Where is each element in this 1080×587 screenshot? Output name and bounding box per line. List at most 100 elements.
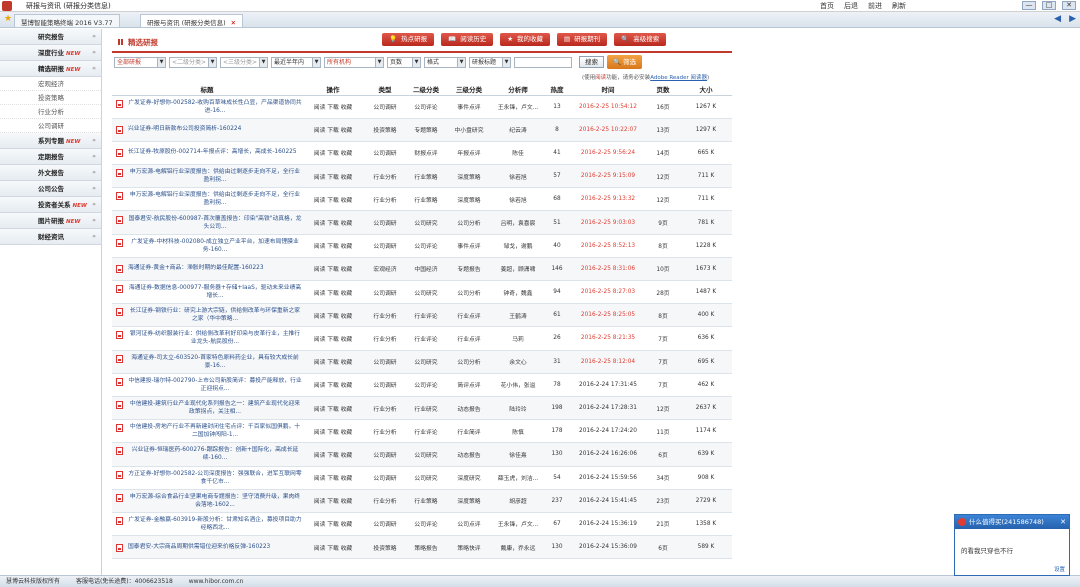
col-header-type[interactable]: 类型	[364, 83, 406, 96]
cell-title[interactable]: 长江证券-钢铁行业：研究上游大宗链，供给侧改革与环保重新之家之家（华中策略...	[112, 303, 302, 328]
table-row[interactable]: 中信建投-建筑行业产业现代化系列报告之一：建筑产业现代化迎来政策拐点，关注相..…	[112, 396, 732, 421]
period-select[interactable]: 最近半年内 ▼	[271, 56, 321, 68]
sidebar-item-periodic[interactable]: 定期报告 »	[0, 149, 101, 165]
table-row[interactable]: 长江证券-钢铁行业：研究上游大宗链，供给侧改革与环保重新之家之家（华中策略...…	[112, 303, 732, 328]
cell-actions[interactable]: 阅读 下载 收藏	[302, 535, 364, 560]
table-row[interactable]: 申万宏源-综合食品行业坚果电商专题报告：坚守消费升级，果肉终会落地-1602..…	[112, 489, 732, 513]
pages-select[interactable]: 页数 ▼	[387, 56, 421, 68]
report-title-link[interactable]: 中信建投-瑞尔特-002790-上市公司新股简评：募投产能释放，行业正迎拐点..…	[128, 377, 302, 393]
report-title-link[interactable]: 国泰君安-航民股份-600987-首次覆盖报告：印染"高铁"动真格，龙头公司..…	[128, 215, 302, 231]
my-favorites-button[interactable]: ★ 我的收藏	[500, 33, 551, 46]
cell-actions[interactable]: 阅读 下载 收藏	[302, 303, 364, 328]
search-button[interactable]: 搜索	[579, 56, 604, 68]
table-row[interactable]: 海通证券-司太立-603520-首家特色原料药企业，具有较大成长前景-16...…	[112, 350, 732, 374]
report-title-link[interactable]: 国泰君安-大宗商品周期供需错位迎来价格反弹-160223	[128, 543, 270, 551]
popup-close-icon[interactable]: ✕	[1060, 515, 1066, 529]
filter-button[interactable]: 🔍 筛选	[607, 55, 643, 69]
cell-actions[interactable]: 阅读 下载 收藏	[302, 257, 364, 282]
cell-title[interactable]: 兴业证券-明日新款布公司投资简析-160224	[112, 118, 302, 142]
cell-actions[interactable]: 阅读 下载 收藏	[302, 210, 364, 235]
sidebar-subitem-company[interactable]: 公司调研	[0, 119, 101, 133]
popup-settings-link[interactable]: 设置	[1054, 565, 1065, 573]
cell-actions[interactable]: 阅读 下载 收藏	[302, 95, 364, 119]
table-row[interactable]: 广发证券-好想你-002582-收购百草味成长性凸显，产品渠道协同共进-16..…	[112, 95, 732, 119]
cell-actions[interactable]: 阅读 下载 收藏	[302, 326, 364, 351]
cell-title[interactable]: 申万宏源-电解铝行业深度报告：供给由过剩逐步走向不足，全行业盈利拐...	[112, 187, 302, 212]
report-title-link[interactable]: 海通证券-黄金+商品：滞胀时期的最佳配置-160223	[128, 264, 264, 272]
table-row[interactable]: 方正证券-好想你-002582-公司深度报告：强强联合，进军互联网零食千亿市..…	[112, 466, 732, 490]
table-row[interactable]: 中信建投-瑞尔特-002790-上市公司新股简评：募投产能释放，行业正迎拐点..…	[112, 373, 732, 397]
report-title-link[interactable]: 方正证券-好想你-002582-公司深度报告：强强联合，进军互联网零食千亿市..…	[128, 470, 302, 486]
report-title-link[interactable]: 中信建投-房地产行业不再新建封闭住宅点评：千百家似国俱鹏，十二国加钟闯阳-1..…	[128, 423, 302, 439]
cell-title[interactable]: 海通证券-数据信息-000977-服务器+存储+IaaS，驱动未来业绩高增长..…	[112, 280, 302, 305]
cell-title[interactable]: 中信建投-房地产行业不再新建封闭住宅点评：千百家似国俱鹏，十二国加钟闯阳-1..…	[112, 419, 302, 444]
sidebar-item-foreign[interactable]: 外文报告 »	[0, 165, 101, 181]
cell-actions[interactable]: 阅读 下载 收藏	[302, 442, 364, 467]
sidebar-subitem-macro[interactable]: 宏观经济	[0, 77, 101, 91]
report-title-link[interactable]: 长江证券-钢铁行业：研究上游大宗链，供给侧改革与环保重新之家之家（华中策略...	[128, 307, 302, 323]
cell-actions[interactable]: 阅读 下载 收藏	[302, 187, 364, 212]
sidebar-item-announcements[interactable]: 公司公告 »	[0, 181, 101, 197]
cell-title[interactable]: 海通证券-司太立-603520-首家特色原料药企业，具有较大成长前景-16...	[112, 350, 302, 374]
report-title-link[interactable]: 海通证券-司太立-603520-首家特色原料药企业，具有较大成长前景-16...	[128, 354, 302, 370]
cell-actions[interactable]: 阅读 下载 收藏	[302, 373, 364, 397]
nav-forward[interactable]: 前进	[868, 1, 882, 11]
cell-actions[interactable]: 阅读 下载 收藏	[302, 141, 364, 166]
cell-actions[interactable]: 阅读 下载 收藏	[302, 164, 364, 189]
table-row[interactable]: 广发证券-金融赢-603919-新股分析：甘肃知名酒企，募投项目助力经略西北..…	[112, 512, 732, 537]
cell-title[interactable]: 银河证券-纺织服装行业：供给侧改革利好印染与皮革行业，主推行业龙头-航民股份..…	[112, 326, 302, 351]
subcategory2-select[interactable]: <二级分类> ▼	[169, 56, 217, 68]
sidebar-item-research[interactable]: 研究报告 »	[0, 29, 101, 45]
tab-close-icon[interactable]: ✕	[231, 19, 236, 27]
cell-title[interactable]: 广发证券-好想你-002582-收购百草味成长性凸显，产品渠道协同共进-16..…	[112, 95, 302, 119]
col-header-pages[interactable]: 页数	[646, 83, 680, 96]
maximize-button[interactable]: □	[1042, 1, 1056, 10]
close-button[interactable]: ✕	[1062, 1, 1076, 10]
category-select[interactable]: 全部研报 ▼	[114, 56, 166, 68]
favorite-star-icon[interactable]: ★	[4, 15, 12, 24]
table-row[interactable]: 兴业证券-明日新款布公司投资简析-160224 阅读 下载 收藏 投资策略 专题策略中…	[112, 118, 732, 142]
sidebar-subitem-strategy[interactable]: 投资策略	[0, 91, 101, 105]
col-header-category2[interactable]: 二级分类	[406, 83, 446, 96]
table-row[interactable]: 申万宏源-电解铝行业深度报告：供给由过剩逐步走向不足，全行业盈利拐... 阅读 下…	[112, 187, 732, 212]
table-row[interactable]: 申万宏源-电解铝行业深度报告：供给由过剩逐步走向不足，全行业盈利拐... 阅读 下…	[112, 164, 732, 189]
cell-title[interactable]: 中信建投-瑞尔特-002790-上市公司新股简评：募投产能释放，行业正迎拐点..…	[112, 373, 302, 397]
cell-title[interactable]: 广发证券-中材科技-002080-成立独立产业平台，加速布局锂膜业务-160..…	[112, 234, 302, 258]
search-field-select[interactable]: 研报标题 ▼	[469, 56, 511, 68]
nav-back[interactable]: 后退	[844, 1, 858, 11]
sidebar-item-image-reports[interactable]: 图片研报 NEW »	[0, 213, 101, 229]
table-row[interactable]: 广发证券-中材科技-002080-成立独立产业平台，加速布局锂膜业务-160..…	[112, 234, 732, 258]
org-select[interactable]: 所有机构 ▼	[324, 56, 384, 68]
sidebar-subitem-industry[interactable]: 行业分析	[0, 105, 101, 119]
advanced-search-button[interactable]: 🔍 高级搜索	[614, 33, 667, 46]
nav-refresh[interactable]: 刷新	[892, 1, 906, 11]
reading-history-button[interactable]: 📖 阅读历史	[441, 33, 494, 46]
table-row[interactable]: 海通证券-数据信息-000977-服务器+存储+IaaS，驱动未来业绩高增长..…	[112, 280, 732, 305]
cell-title[interactable]: 兴业证券-恒瑞医药-600276-跟踪报告：创新+国际化，高成长延续-160..…	[112, 442, 302, 467]
cell-actions[interactable]: 阅读 下载 收藏	[302, 396, 364, 421]
cell-title[interactable]: 申万宏源-电解铝行业深度报告：供给由过剩逐步走向不足，全行业盈利拐...	[112, 164, 302, 189]
table-row[interactable]: 海通证券-黄金+商品：滞胀时期的最佳配置-160223 阅读 下载 收藏 宏观经济中…	[112, 257, 732, 282]
report-title-link[interactable]: 长江证券-牧原股份-002714-年报点评：高增长，高成长-160225	[128, 148, 297, 156]
cell-title[interactable]: 广发证券-金融赢-603919-新股分析：甘肃知名酒企，募投项目助力经略西北..…	[112, 512, 302, 537]
col-header-heat[interactable]: 热度	[544, 83, 570, 96]
cell-actions[interactable]: 阅读 下载 收藏	[302, 466, 364, 490]
table-row[interactable]: 兴业证券-恒瑞医药-600276-跟踪报告：创新+国际化，高成长延续-160..…	[112, 442, 732, 467]
cell-title[interactable]: 海通证券-黄金+商品：滞胀时期的最佳配置-160223	[112, 257, 302, 282]
report-title-link[interactable]: 广发证券-金融赢-603919-新股分析：甘肃知名酒企，募投项目助力经略西北..…	[128, 516, 302, 532]
report-title-link[interactable]: 兴业证券-明日新款布公司投资简析-160224	[128, 125, 241, 133]
col-header-title[interactable]: 标题	[112, 83, 302, 96]
report-title-link[interactable]: 兴业证券-恒瑞医药-600276-跟踪报告：创新+国际化，高成长延续-160..…	[128, 446, 302, 462]
col-header-category3[interactable]: 三级分类	[446, 83, 492, 96]
table-row[interactable]: 中信建投-房地产行业不再新建封闭住宅点评：千百家似国俱鹏，十二国加钟闯阳-1..…	[112, 419, 732, 444]
cell-actions[interactable]: 阅读 下载 收藏	[302, 489, 364, 513]
hot-reports-button[interactable]: 💡 热点研报	[382, 33, 435, 46]
sidebar-item-investor-relations[interactable]: 投资者关系 NEW »	[0, 197, 101, 213]
cell-actions[interactable]: 阅读 下载 收藏	[302, 118, 364, 142]
nav-home[interactable]: 首页	[820, 1, 834, 11]
report-title-link[interactable]: 广发证券-好想你-002582-收购百草味成长性凸显，产品渠道协同共进-16..…	[128, 99, 302, 115]
report-title-link[interactable]: 中信建投-建筑行业产业现代化系列报告之一：建筑产业现代化迎来政策拐点，关注相..…	[128, 400, 302, 416]
cell-title[interactable]: 申万宏源-综合食品行业坚果电商专题报告：坚守消费升级，果肉终会落地-1602..…	[112, 489, 302, 513]
search-input[interactable]	[514, 56, 572, 68]
cell-title[interactable]: 方正证券-好想你-002582-公司深度报告：强强联合，进军互联网零食千亿市..…	[112, 466, 302, 490]
